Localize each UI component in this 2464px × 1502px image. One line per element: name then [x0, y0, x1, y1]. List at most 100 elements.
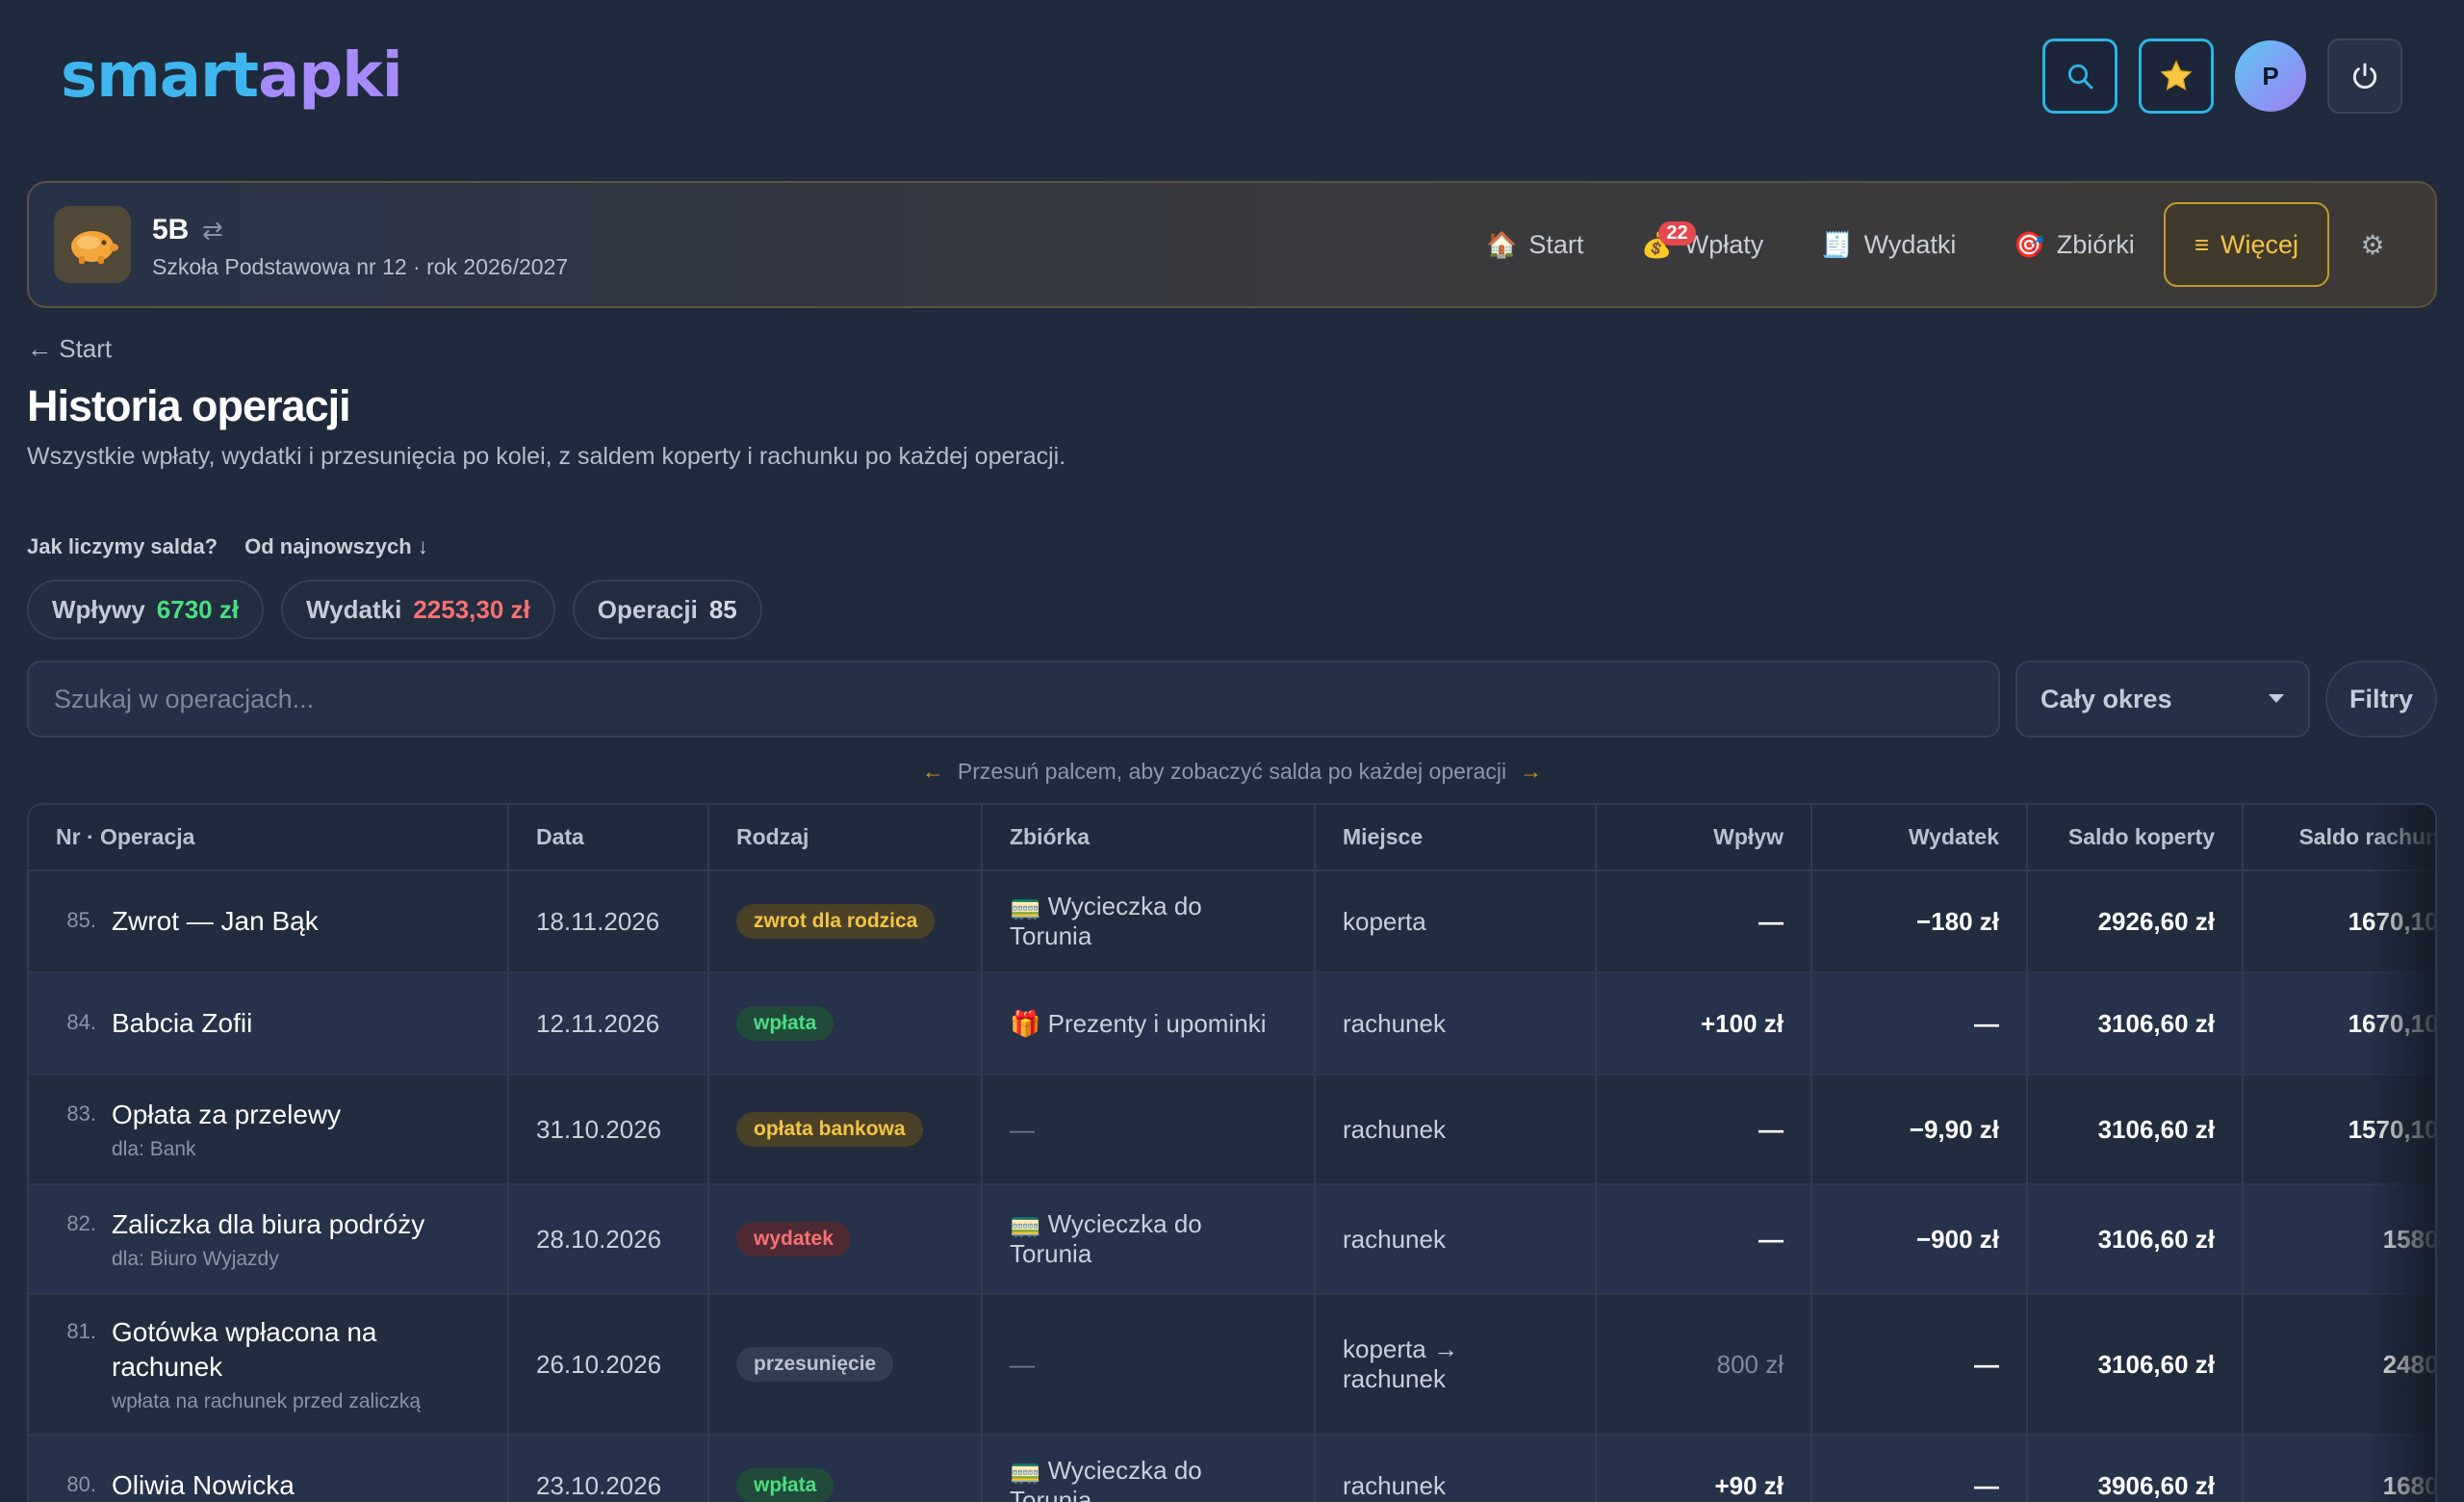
- envelope-balance-cell: 3906,60 zł: [2027, 1435, 2244, 1502]
- user-avatar[interactable]: P: [2235, 40, 2306, 112]
- date-cell: 31.10.2026: [508, 1075, 709, 1185]
- place-cell: rachunek: [1315, 1184, 1597, 1295]
- income-cell: +90 zł: [1596, 1435, 1812, 1502]
- arrow-right-icon: →: [1520, 759, 1543, 784]
- table-row[interactable]: 83. Opłata za przelewy dla: Bank 31.10.2…: [29, 1075, 2435, 1185]
- income-cell: —: [1596, 870, 1812, 973]
- operations-label: Operacji: [597, 594, 698, 624]
- nav-label: Wydatki: [1863, 229, 1957, 259]
- operation-cell: 82. Zaliczka dla biura podróży dla: Biur…: [29, 1184, 509, 1295]
- income-summary: Wpływy 6730 zł: [27, 580, 265, 639]
- operation-recipient: dla: Bank: [112, 1138, 196, 1160]
- operation-name: Oliwia Nowicka: [112, 1470, 295, 1500]
- column-header[interactable]: Rodzaj: [708, 805, 983, 871]
- search-input[interactable]: Szukaj w operacjach...: [27, 660, 2000, 738]
- income-label: Wpływy: [52, 594, 145, 624]
- expense-summary: Wydatki 2253,30 zł: [281, 580, 555, 639]
- kind-cell: wpłata: [708, 972, 983, 1075]
- column-header[interactable]: Wydatek: [1811, 805, 2028, 871]
- envelope-balance-cell: 3106,60 zł: [2027, 1294, 2244, 1436]
- swap-class-icon[interactable]: ⇄: [202, 216, 223, 246]
- settings-button[interactable]: ⚙: [2329, 229, 2416, 261]
- date-cell: 26.10.2026: [508, 1294, 709, 1436]
- column-header[interactable]: Miejsce: [1315, 805, 1597, 871]
- operation-name: Opłata za przelewy: [112, 1100, 342, 1129]
- target-icon: 🎯: [2014, 229, 2045, 259]
- expense-cell: —: [1811, 1294, 2028, 1436]
- nav-label: Więcej: [2220, 229, 2298, 259]
- envelope-balance-cell: 3106,60 zł: [2027, 1075, 2244, 1185]
- place-cell: koperta → rachunek: [1315, 1294, 1597, 1436]
- filters-button[interactable]: Filtry: [2325, 660, 2437, 738]
- class-name: 5B: [152, 214, 190, 246]
- income-cell: —: [1596, 1075, 1812, 1185]
- kind-cell: opłata bankowa: [708, 1075, 983, 1185]
- column-header[interactable]: Zbiórka: [982, 805, 1316, 871]
- operation-cell: 84. Babcia Zofii: [29, 972, 509, 1075]
- column-header[interactable]: Saldo koperty: [2027, 805, 2244, 871]
- back-link[interactable]: ← Start: [27, 334, 112, 364]
- expense-label: Wydatki: [306, 594, 402, 624]
- class-bar: 5B ⇄ Szkoła Podstawowa nr 12 · rok 2026/…: [27, 181, 2437, 308]
- logout-button[interactable]: [2327, 39, 2402, 114]
- table-row[interactable]: 80. Oliwia Nowicka 23.10.2026 wpłata 🚃 W…: [29, 1435, 2435, 1502]
- period-select[interactable]: Cały okres: [2015, 660, 2310, 738]
- swipe-hint-text: Przesuń palcem, aby zobaczyć salda po ka…: [957, 759, 1507, 784]
- operation-number: 85.: [66, 908, 96, 932]
- operation-cell: 85. Zwrot — Jan Bąk: [29, 870, 509, 973]
- operation-name: Zwrot — Jan Bąk: [112, 906, 319, 936]
- fund-cell: 🚃 Wycieczka do Torunia: [982, 870, 1316, 973]
- search-icon: [2067, 64, 2093, 90]
- table-row[interactable]: 82. Zaliczka dla biura podróży dla: Biur…: [29, 1184, 2435, 1295]
- place-cell: koperta: [1315, 870, 1597, 973]
- operation-number: 82.: [66, 1211, 96, 1235]
- operation-note: wpłata na rachunek przed zaliczką: [112, 1390, 422, 1412]
- nav-wydatki[interactable]: 🧾 Wydatki: [1792, 202, 1985, 287]
- operation-name: Babcia Zofii: [112, 1008, 253, 1038]
- main-nav: 🏠 Start 💰 22 Wpłaty 🧾 Wydatki 🎯 Zbiórki …: [1457, 202, 2416, 287]
- operations-count: Operacji 85: [572, 580, 762, 639]
- nav-wiecej[interactable]: ≡ Więcej: [2163, 202, 2329, 287]
- kind-cell: zwrot dla rodzica: [708, 870, 983, 973]
- operations-table[interactable]: Nr · Operacja Data Rodzaj Zbiórka Miejsc…: [27, 803, 2437, 1502]
- kind-badge: zwrot dla rodzica: [736, 904, 936, 939]
- favorites-button[interactable]: [2139, 39, 2214, 114]
- table-row[interactable]: 84. Babcia Zofii 12.11.2026 wpłata 🎁 Pre…: [29, 972, 2435, 1075]
- receipt-icon: 🧾: [1821, 229, 1853, 259]
- nav-zbiorki[interactable]: 🎯 Zbiórki: [1985, 202, 2163, 287]
- search-button[interactable]: [2042, 39, 2118, 114]
- place-cell: rachunek: [1315, 1435, 1597, 1502]
- table-row[interactable]: 81. Gotówka wpłacona na rachunek wpłata …: [29, 1294, 2435, 1436]
- nav-start[interactable]: 🏠 Start: [1457, 202, 1612, 287]
- fund-cell: —: [982, 1075, 1316, 1185]
- operation-cell: 83. Opłata za przelewy dla: Bank: [29, 1075, 509, 1185]
- operation-number: 81.: [66, 1319, 96, 1343]
- power-icon: [2352, 63, 2377, 90]
- kind-cell: przesunięcie: [708, 1294, 983, 1436]
- sort-order-toggle[interactable]: Od najnowszych ↓: [244, 534, 428, 559]
- operation-number: 84.: [66, 1010, 96, 1034]
- logo-part-apki: apki: [258, 40, 402, 112]
- envelope-balance-cell: 2926,60 zł: [2027, 870, 2244, 973]
- column-header[interactable]: Wpływ: [1596, 805, 1812, 871]
- kind-badge: wpłata: [736, 1468, 834, 1502]
- column-header[interactable]: Nr · Operacja: [29, 805, 509, 871]
- app-logo[interactable]: smartapki: [61, 40, 403, 112]
- table-header-row: Nr · Operacja Data Rodzaj Zbiórka Miejsc…: [29, 805, 2435, 871]
- balances-info-link[interactable]: Jak liczymy salda?: [27, 534, 218, 559]
- table-options: Jak liczymy salda? Od najnowszych ↓: [27, 534, 428, 559]
- piggy-bank-icon: [54, 206, 131, 283]
- notification-badge: 22: [1658, 221, 1696, 246]
- place-cell: rachunek: [1315, 1075, 1597, 1185]
- nav-wplaty[interactable]: 💰 22 Wpłaty: [1612, 202, 1792, 287]
- operation-name: Gotówka wpłacona na rachunek: [112, 1317, 377, 1382]
- fund-cell: 🚃 Wycieczka do Torunia: [982, 1435, 1316, 1502]
- table-row[interactable]: 85. Zwrot — Jan Bąk 18.11.2026 zwrot dla…: [29, 870, 2435, 973]
- date-cell: 23.10.2026: [508, 1435, 709, 1502]
- fund-cell: —: [982, 1294, 1316, 1436]
- caret-down-icon: [2269, 694, 2284, 703]
- expense-cell: —: [1811, 1435, 2028, 1502]
- kind-badge: przesunięcie: [736, 1347, 894, 1382]
- column-header[interactable]: Data: [508, 805, 709, 871]
- nav-label: Start: [1528, 229, 1584, 259]
